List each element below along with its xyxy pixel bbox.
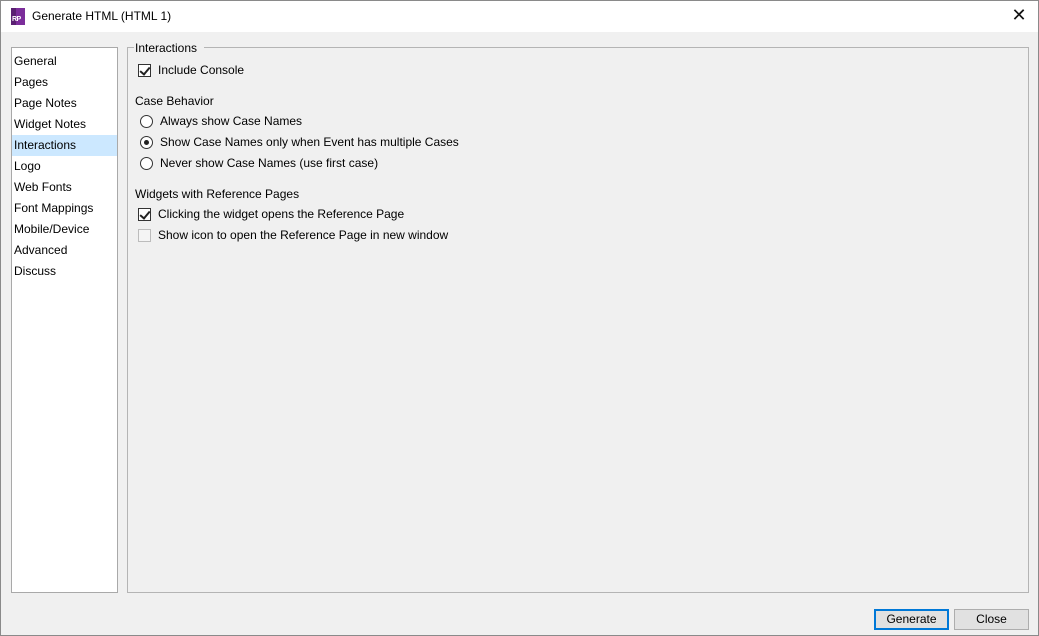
generate-html-dialog: RP Generate HTML (HTML 1) ✕ General Page… [0,0,1039,636]
case-option-never[interactable]: Never show Case Names (use first case) [140,155,378,171]
include-console-label: Include Console [158,63,245,77]
nav-item-advanced[interactable]: Advanced [12,240,117,261]
show-icon-label: Show icon to open the Reference Page in … [158,228,449,242]
never-show-label: Never show Case Names (use first case) [160,156,379,170]
title-bar: RP Generate HTML (HTML 1) ✕ [1,1,1038,32]
nav-item-widget-notes[interactable]: Widget Notes [12,114,117,135]
close-icon[interactable]: ✕ [1008,5,1030,27]
case-option-multiple[interactable]: Show Case Names only when Event has mult… [140,134,459,150]
include-console-checkbox[interactable] [138,63,151,77]
never-show-radio[interactable] [140,156,153,170]
case-option-always[interactable]: Always show Case Names [140,113,302,129]
reference-option-icon[interactable]: Show icon to open the Reference Page in … [138,227,448,243]
nav-item-logo[interactable]: Logo [12,156,117,177]
nav-item-interactions[interactable]: Interactions [12,135,117,156]
reference-option-click[interactable]: Clicking the widget opens the Reference … [138,206,404,222]
include-console-row[interactable]: Include Console [138,62,244,78]
nav-item-font-mappings[interactable]: Font Mappings [12,198,117,219]
clicking-opens-label: Clicking the widget opens the Reference … [158,207,405,221]
nav-item-page-notes[interactable]: Page Notes [12,93,117,114]
reference-pages-label: Widgets with Reference Pages [135,187,300,201]
nav-item-web-fonts[interactable]: Web Fonts [12,177,117,198]
nav-item-general[interactable]: General [12,51,117,72]
clicking-opens-checkbox[interactable] [138,207,151,221]
case-behavior-label: Case Behavior [135,94,214,108]
always-show-radio[interactable] [140,114,153,128]
generate-button[interactable]: Generate [874,609,949,630]
nav-item-discuss[interactable]: Discuss [12,261,117,282]
nav-item-pages[interactable]: Pages [12,72,117,93]
nav-item-mobile-device[interactable]: Mobile/Device [12,219,117,240]
close-button[interactable]: Close [954,609,1029,630]
multiple-cases-radio[interactable] [140,135,153,149]
group-title: Interactions [135,41,200,55]
multiple-cases-label: Show Case Names only when Event has mult… [160,135,459,149]
show-icon-checkbox[interactable] [138,228,151,242]
axure-rp-app-icon: RP [11,8,25,25]
always-show-label: Always show Case Names [160,114,303,128]
window-title: Generate HTML (HTML 1) [32,9,172,23]
settings-category-list: General Pages Page Notes Widget Notes In… [11,47,118,593]
